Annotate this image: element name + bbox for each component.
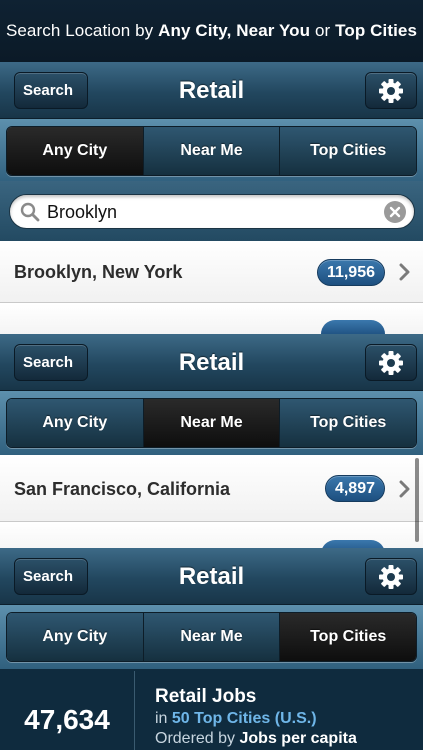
search-input-value: Brooklyn xyxy=(47,202,118,222)
clear-icon[interactable] xyxy=(384,201,406,223)
search-input[interactable]: Brooklyn xyxy=(9,194,415,229)
summary-order: Ordered by Jobs per capita xyxy=(155,730,357,748)
chevron-right-icon xyxy=(399,480,410,498)
order-value: Jobs per capita xyxy=(239,730,357,747)
search-icon xyxy=(20,202,40,222)
chevron-right-icon xyxy=(399,263,410,281)
segment-top-cities[interactable]: Top Cities xyxy=(279,127,416,175)
segment-any-city[interactable]: Any City xyxy=(7,613,143,661)
segment-near-me[interactable]: Near Me xyxy=(142,399,280,447)
result-location-name: San Francisco, California xyxy=(14,479,231,499)
nav-bar: Retail Search xyxy=(0,548,423,605)
segment-top-cities[interactable]: Top Cities xyxy=(279,399,416,447)
segment-top-cities[interactable]: Top Cities xyxy=(279,613,416,661)
top-cities-summary: 47,634 Retail Jobs in 50 Top Cities (U.S… xyxy=(0,671,423,750)
order-prefix: Ordered by xyxy=(155,730,236,747)
banner-or: or xyxy=(314,21,331,40)
segment-near-me[interactable]: Near Me xyxy=(142,127,280,175)
job-count-badge: 11,956 xyxy=(316,259,385,286)
location-segmented-control: Any City Near Me Top Cities xyxy=(6,398,417,448)
scope-prefix: in xyxy=(155,710,168,727)
back-button-label: Search xyxy=(23,568,74,585)
summary-details: Retail Jobs in 50 Top Cities (U.S.) Orde… xyxy=(155,686,357,748)
segment-any-city[interactable]: Any City xyxy=(7,127,143,175)
segment-bar: Any City Near Me Top Cities xyxy=(0,605,423,669)
result-row[interactable]: Brooklyn, New York 11,956 xyxy=(0,241,423,303)
settings-button[interactable] xyxy=(365,344,417,381)
search-back-button[interactable]: Search xyxy=(14,344,88,381)
summary-heading: Retail Jobs xyxy=(155,686,257,707)
search-back-button[interactable]: Search xyxy=(14,558,88,595)
banner-option-any-city: Any City, xyxy=(158,21,232,40)
settings-button[interactable] xyxy=(365,72,417,109)
segment-near-me[interactable]: Near Me xyxy=(142,613,280,661)
banner-option-top-cities: Top Cities xyxy=(335,21,418,40)
segment-bar: Any City Near Me Top Cities xyxy=(0,391,423,455)
screen-near-me: Retail Search Any City Near Me Top Citie… xyxy=(0,334,423,548)
location-segmented-control: Any City Near Me Top Cities xyxy=(6,612,417,662)
job-count-badge-peek xyxy=(321,540,385,548)
back-button-label: Search xyxy=(23,82,74,99)
screen-any-city: Retail Search Any City Near Me Top Citie… xyxy=(0,62,423,334)
scrollbar[interactable] xyxy=(415,458,419,542)
search-back-button[interactable]: Search xyxy=(14,72,88,109)
total-jobs-count: 47,634 xyxy=(0,671,135,750)
segment-bar: Any City Near Me Top Cities xyxy=(0,119,423,183)
job-count-badge-peek xyxy=(321,320,385,334)
gear-icon xyxy=(379,564,403,589)
promo-banner: Search Location by Any City, Near You or… xyxy=(0,0,423,62)
settings-button[interactable] xyxy=(365,558,417,595)
result-location-name: Brooklyn, New York xyxy=(14,262,183,282)
banner-option-near-you: Near You xyxy=(236,21,311,40)
banner-prefix: Search Location by xyxy=(5,21,154,40)
gear-icon xyxy=(379,350,403,375)
job-count-badge: 4,897 xyxy=(324,475,385,502)
nav-bar: Retail Search xyxy=(0,62,423,119)
back-button-label: Search xyxy=(23,354,74,371)
summary-scope: in 50 Top Cities (U.S.) xyxy=(155,710,357,728)
search-bar: Brooklyn xyxy=(0,181,423,241)
scope-value: 50 Top Cities (U.S.) xyxy=(171,710,317,727)
segment-any-city[interactable]: Any City xyxy=(7,399,143,447)
location-segmented-control: Any City Near Me Top Cities xyxy=(6,126,417,176)
gear-icon xyxy=(379,78,403,103)
nav-bar: Retail Search xyxy=(0,334,423,391)
result-row[interactable]: San Francisco, California 4,897 xyxy=(0,456,423,522)
